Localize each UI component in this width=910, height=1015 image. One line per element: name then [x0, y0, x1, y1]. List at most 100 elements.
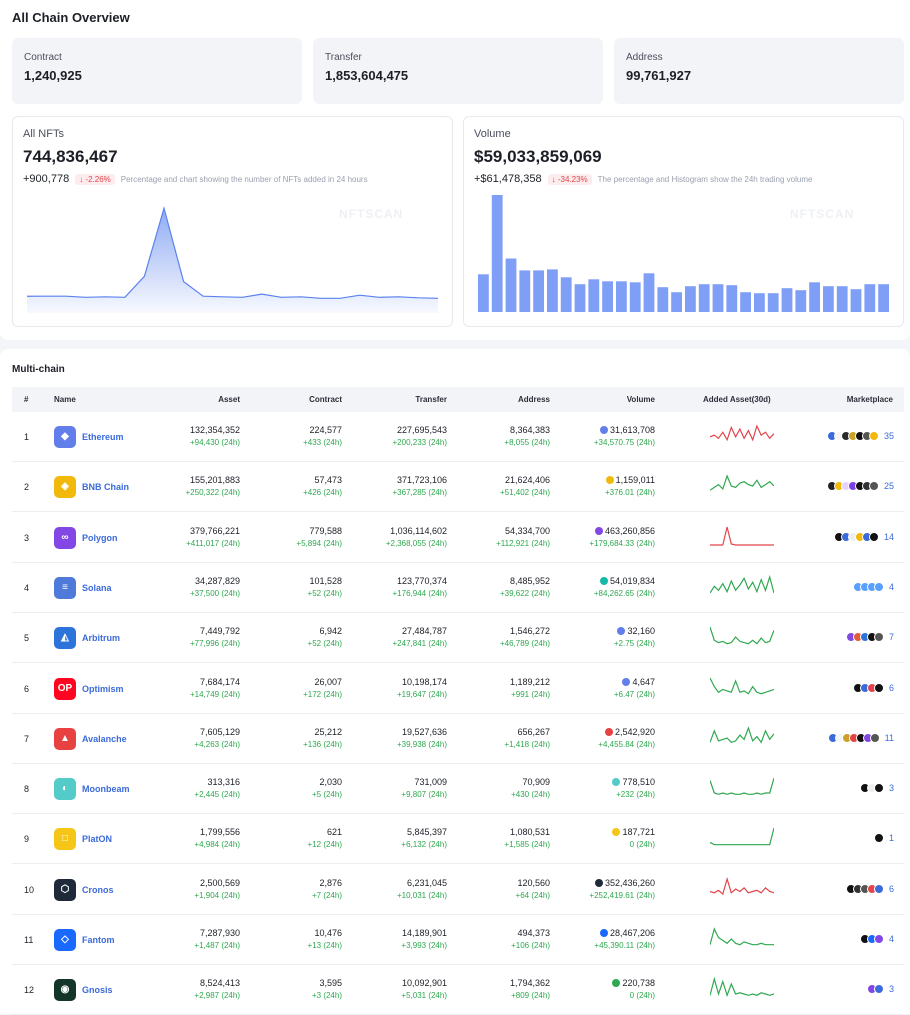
- volume-value: 1,159,011: [615, 475, 655, 486]
- chain-name-link[interactable]: Gnosis: [82, 985, 113, 995]
- marketplace-logo-icon: [868, 481, 879, 492]
- chain-name-link[interactable]: Optimism: [82, 684, 124, 694]
- transfer-value: 731,009: [414, 777, 447, 788]
- table-row[interactable]: 6 OP Optimism 7,684,174 +14,749 (24h) 26,007 +…: [12, 664, 904, 714]
- marketplace-count[interactable]: 11: [885, 733, 894, 743]
- table-row[interactable]: 2 ◈ BNB Chain 155,201,883 +250,322 (24h) 57,4…: [12, 462, 904, 513]
- volume-change-row: +$61,478,358 ↓ -34.23% The percentage an…: [474, 173, 812, 185]
- marketplace-icons[interactable]: 25: [826, 481, 894, 492]
- marketplace-logo-icon: [873, 984, 884, 995]
- marketplace-icons[interactable]: 35: [826, 431, 894, 441]
- row-index: 10: [24, 884, 35, 895]
- marketplace-icons[interactable]: 3: [866, 984, 894, 995]
- table-row[interactable]: 12 ◉ Gnosis 8,524,413 +2,987 (24h) 3,595 +3 (2…: [12, 965, 904, 1015]
- marketplace-count[interactable]: 14: [884, 532, 894, 542]
- chain-name-link[interactable]: Polygon: [82, 533, 118, 543]
- chain-name-link[interactable]: Arbitrum: [82, 633, 120, 643]
- all-nfts-change: +900,778: [23, 173, 70, 185]
- marketplace-icons[interactable]: 11: [827, 732, 894, 743]
- volume-bar: [602, 281, 613, 312]
- marketplace-count[interactable]: 3: [889, 984, 894, 994]
- address-value: 1,794,362: [509, 978, 550, 989]
- address-stat-card: Address 99,761,927: [614, 38, 904, 104]
- asset-delta: +411,017 (24h): [186, 538, 240, 548]
- chain-name-link[interactable]: Cronos: [82, 885, 114, 895]
- table-row[interactable]: 10 ⬡ Cronos 2,500,569 +1,904 (24h) 2,876 +7 (2…: [12, 865, 904, 915]
- transfer-cell: 731,009 +9,807 (24h): [401, 777, 447, 799]
- chain-logo-icon: ◆: [54, 426, 76, 448]
- transfer-value: 123,770,374: [396, 575, 447, 586]
- marketplace-count[interactable]: 6: [889, 683, 894, 693]
- chain-name-link[interactable]: Moonbeam: [82, 784, 130, 794]
- marketplace-count[interactable]: 3: [889, 783, 894, 793]
- address-value: 1,080,531: [509, 827, 550, 838]
- marketplace-icons[interactable]: 4: [859, 934, 894, 944]
- marketplace-count[interactable]: 4: [889, 582, 894, 592]
- marketplace-count[interactable]: 4: [889, 934, 894, 944]
- transfer-cell: 14,189,901 +3,993 (24h): [401, 928, 447, 950]
- transfer-cell: 371,723,106 +367,285 (24h): [393, 475, 448, 497]
- added-asset-sparkline: [710, 726, 774, 744]
- volume-cell: 28,467,206 +45,390.11 (24h): [594, 928, 655, 950]
- chain-name-link[interactable]: Solana: [82, 583, 112, 593]
- chain-name-link[interactable]: PlatON: [82, 834, 112, 844]
- marketplace-icons[interactable]: 6: [845, 883, 894, 894]
- address-cell: 1,080,531 +1,585 (24h): [504, 827, 550, 849]
- marketplace-icons[interactable]: 4: [852, 581, 894, 592]
- table-row[interactable]: 7 ▲ Avalanche 7,605,129 +4,263 (24h) 25,212 +1…: [12, 714, 904, 764]
- volume-label: Volume: [474, 128, 511, 140]
- volume-cell: 463,260,856 +179,684.33 (24h): [589, 526, 655, 548]
- transfer-value: 1,036,114,602: [390, 525, 447, 536]
- chain-name-link[interactable]: Fantom: [82, 935, 115, 945]
- marketplace-count[interactable]: 35: [884, 431, 894, 441]
- contract-value: 25,212: [314, 726, 342, 737]
- table-row[interactable]: 11 ◇ Fantom 7,287,930 +1,487 (24h) 10,476 +13 …: [12, 915, 904, 965]
- asset-cell: 7,449,792 +77,996 (24h): [190, 626, 240, 648]
- asset-value: 7,605,129: [199, 726, 240, 737]
- contract-value: 224,577: [309, 425, 342, 435]
- header-address: Address: [517, 395, 550, 404]
- table-row[interactable]: 1 ◆ Ethereum 132,354,352 +94,430 (24h) 224,57…: [12, 412, 904, 462]
- asset-cell: 34,287,829 +37,500 (24h): [190, 576, 240, 598]
- volume-value: 352,436,260: [604, 877, 655, 888]
- volume-cell: 54,019,834 +84,262.65 (24h): [594, 576, 655, 598]
- table-row[interactable]: 8 ◐ Moonbeam 313,316 +2,445 (24h) 2,030 +5 (24…: [12, 764, 904, 815]
- volume-cell: 2,542,920 +4,455.84 (24h): [598, 727, 655, 749]
- table-row[interactable]: 9 □ PlatON 1,799,556 +4,984 (24h) 621 +12 (24h…: [12, 814, 904, 865]
- transfer-label: Transfer: [325, 52, 362, 63]
- contract-cell: 6,942 +52 (24h): [308, 626, 342, 648]
- volume-bar: [809, 282, 820, 312]
- address-value: 21,624,406: [504, 475, 550, 486]
- marketplace-count[interactable]: 7: [889, 632, 894, 642]
- address-delta: +1,585 (24h): [504, 840, 550, 850]
- marketplace-count[interactable]: 1: [889, 833, 894, 843]
- chain-name-link[interactable]: BNB Chain: [82, 482, 129, 492]
- transfer-delta: +10,031 (24h): [396, 890, 447, 900]
- chain-name-link[interactable]: Ethereum: [82, 432, 124, 442]
- marketplace-count[interactable]: 6: [889, 884, 894, 894]
- volume-bar: [547, 269, 558, 312]
- volume-bar: [836, 286, 848, 312]
- address-delta: +51,402 (24h): [499, 488, 550, 498]
- chain-name-link[interactable]: Avalanche: [82, 734, 127, 744]
- marketplace-icons[interactable]: 6: [852, 682, 894, 693]
- address-value: 8,364,383: [509, 425, 550, 435]
- volume-bar: [767, 293, 779, 312]
- volume-cell: 4,647 +6.47 (24h): [614, 677, 655, 699]
- table-row[interactable]: 3 ∞ Polygon 379,766,221 +411,017 (24h) 779,58…: [12, 513, 904, 563]
- marketplace-icons[interactable]: 14: [833, 531, 894, 542]
- chain-token-icon: [605, 476, 614, 485]
- marketplace-icons[interactable]: 3: [859, 783, 894, 794]
- marketplace-icons[interactable]: 1: [873, 833, 894, 844]
- table-row[interactable]: 4 ≡ Solana 34,287,829 +37,500 (24h) 101,528 +5…: [12, 563, 904, 613]
- transfer-cell: 5,845,397 +6,132 (24h): [401, 827, 447, 849]
- marketplace-icons[interactable]: 7: [845, 632, 894, 643]
- volume-value: 4,647: [632, 676, 655, 687]
- contract-delta: +136 (24h): [303, 739, 342, 749]
- volume-delta: 0 (24h): [629, 991, 655, 1001]
- address-delta: +809 (24h): [511, 991, 550, 1001]
- marketplace-count[interactable]: 25: [884, 481, 894, 491]
- marketplace-logo-icon: [873, 833, 884, 844]
- table-row[interactable]: 5 ◭ Arbitrum 7,449,792 +77,996 (24h) 6,942 +52…: [12, 613, 904, 664]
- transfer-delta: +3,993 (24h): [401, 941, 447, 950]
